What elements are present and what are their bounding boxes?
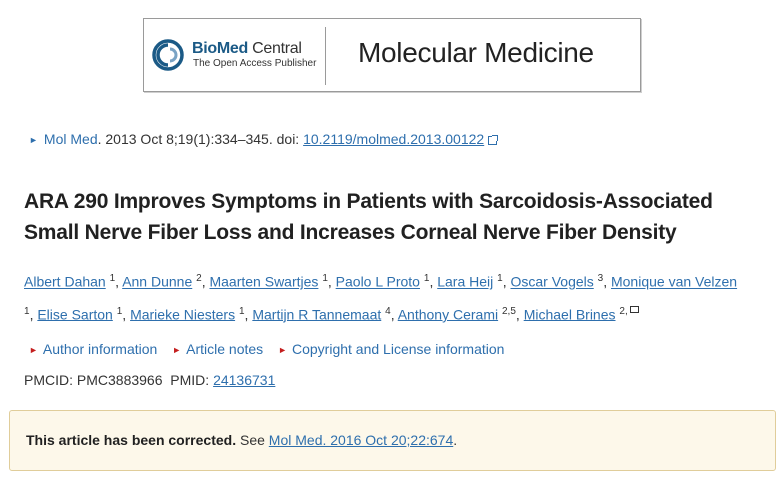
affiliation-sup: 3: [597, 273, 604, 284]
triangle-bullet-icon: ►: [278, 345, 287, 355]
external-link-icon: [488, 135, 499, 145]
author-link[interactable]: Albert Dahan: [24, 274, 106, 290]
affiliation-sup: 4: [385, 305, 391, 317]
triangle-bullet-icon: ►: [29, 345, 38, 355]
journal-banner[interactable]: BioMed Central The Open Access Publisher…: [143, 18, 641, 92]
affiliation-sup: 1: [24, 305, 30, 317]
biomed-central-mark-icon: [152, 39, 184, 71]
publisher-name: BioMed Central: [192, 40, 302, 57]
copyright-license-link[interactable]: Copyright and License information: [292, 341, 504, 357]
affiliation-sup: 1: [497, 273, 503, 284]
affiliation-sup: 1: [322, 273, 328, 284]
author-list: Albert Dahan 1, Ann Dunne 2, Maarten Swa…: [24, 273, 738, 323]
biomed-central-logo: BioMed Central The Open Access Publisher: [152, 39, 324, 73]
pmid-link[interactable]: 24136731: [213, 372, 275, 388]
author-link[interactable]: Anthony Cerami: [398, 306, 498, 322]
author-information-link[interactable]: Author information: [43, 341, 157, 357]
author-link[interactable]: Paolo L Proto: [336, 274, 420, 290]
doi-link[interactable]: 10.2119/molmed.2013.00122: [303, 131, 484, 147]
mail-icon[interactable]: [629, 306, 639, 314]
citation-details: . 2013 Oct 8;19(1):334–345. doi:: [97, 131, 304, 147]
publisher-tagline: The Open Access Publisher: [193, 58, 317, 69]
article-ids: PMCID: PMC3883966 PMID: 24136731: [24, 372, 275, 388]
author-link[interactable]: Elise Sarton: [37, 306, 112, 322]
triangle-bullet-icon: ►: [172, 345, 182, 355]
banner-divider: [325, 27, 326, 85]
author-link[interactable]: Monique van Velzen: [611, 274, 737, 290]
affiliation-sup: 1: [238, 305, 245, 317]
pmid-label: PMID:: [170, 372, 214, 388]
citation-line: ► Mol Med. 2013 Oct 8;19(1):334–345. doi:…: [29, 131, 499, 147]
affiliation-sup: 2,: [619, 305, 628, 317]
journal-link[interactable]: Mol Med: [44, 131, 98, 147]
journal-name: Molecular Medicine: [358, 37, 594, 68]
affiliation-sup: 2,5: [502, 305, 516, 317]
correction-notice-text: This article has been corrected.: [26, 432, 237, 448]
author-link[interactable]: Maarten Swartjes: [209, 274, 318, 290]
author-link[interactable]: Oscar Vogels: [510, 274, 593, 290]
author-link[interactable]: Ann Dunne: [122, 274, 192, 290]
author-link[interactable]: Lara Heij: [437, 274, 493, 290]
affiliation-sup: 1: [423, 273, 430, 284]
affiliation-sup: 1: [109, 273, 116, 284]
triangle-bullet-icon: ►: [29, 135, 38, 145]
article-title: ARA 290 Improves Symptoms in Patients wi…: [24, 190, 713, 244]
affiliation-sup: 1: [116, 305, 123, 317]
article-notes-link[interactable]: Article notes: [186, 341, 263, 357]
correction-notice: This article has been corrected. See Mol…: [9, 410, 776, 471]
pmcid-label: PMCID:: [24, 372, 77, 388]
pmcid-value: PMC3883966: [76, 372, 163, 388]
article-info-links: ► Author information ► Article notes ► Copy…: [29, 341, 515, 357]
author-link[interactable]: Michael Brines: [524, 306, 616, 322]
affiliation-sup: 2: [196, 273, 202, 284]
author-link[interactable]: Martijn R Tannemaat: [252, 306, 381, 322]
author-link[interactable]: Marieke Niesters: [130, 306, 235, 322]
correction-link[interactable]: Mol Med. 2016 Oct 20;22:674: [269, 432, 453, 448]
